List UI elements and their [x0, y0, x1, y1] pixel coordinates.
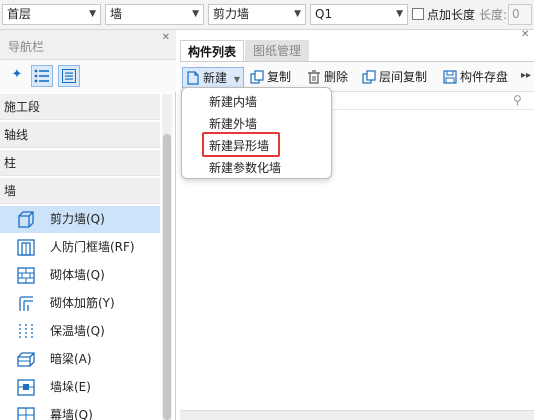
nav-panel: 导航栏 ✕ ✦ 施工段 轴线 柱 墙 剪力墙(Q) 人防门框墙(RF) 砌体墙(… — [0, 30, 176, 420]
civil-defense-door-wall-icon — [17, 239, 35, 256]
masonry-wall-icon — [17, 267, 35, 284]
tab-drawing-manage[interactable]: 图纸管理 — [245, 40, 309, 62]
delete-button[interactable]: 删除 — [307, 67, 348, 88]
nav-scrollbar[interactable] — [162, 94, 172, 420]
nav-item-label: 墙垛(E) — [50, 380, 91, 394]
category-select[interactable]: 墙 ▼ — [105, 4, 204, 25]
save-component-button[interactable]: 构件存盘 — [443, 67, 508, 88]
nav-category-construction[interactable]: 施工段 — [0, 94, 160, 120]
type-select-value: 剪力墙 — [213, 7, 250, 21]
trash-icon — [308, 70, 320, 84]
nav-item-label: 幕墙(Q) — [50, 408, 93, 420]
chevron-down-icon: ▼ — [233, 75, 240, 84]
highlight-box — [202, 132, 280, 157]
insulation-wall-icon — [19, 324, 33, 339]
nav-category-column[interactable]: 柱 — [0, 150, 160, 176]
nav-item-label: 保温墙(Q) — [50, 324, 105, 338]
component-select-value: Q1 — [315, 7, 333, 21]
nav-item-hidden-beam[interactable]: 暗梁(A) — [0, 346, 160, 373]
nav-header: 导航栏 ✕ — [0, 30, 176, 60]
nav-title: 导航栏 — [8, 40, 45, 54]
shear-wall-icon — [18, 211, 34, 228]
copy-button[interactable]: 复制 — [250, 67, 291, 88]
pin-icon[interactable]: ✦ — [6, 65, 28, 87]
save-icon — [443, 70, 457, 84]
delete-button-label: 删除 — [324, 70, 349, 84]
layer-copy-icon — [362, 70, 376, 84]
chevron-down-icon: ▼ — [396, 9, 403, 19]
chevron-down-icon: ▼ — [89, 9, 96, 19]
component-select[interactable]: Q1 ▼ — [310, 4, 408, 25]
chevron-down-icon: ▼ — [192, 9, 199, 19]
search-icon[interactable]: ⚲ — [513, 93, 522, 107]
nav-item-label: 人防门框墙(RF) — [50, 240, 135, 254]
nav-toolbar: ✦ — [0, 60, 176, 92]
save-component-button-label: 构件存盘 — [460, 70, 509, 84]
close-icon[interactable]: ✕ — [162, 32, 170, 43]
floor-select-value: 首层 — [7, 7, 32, 21]
hidden-beam-icon — [17, 352, 35, 367]
nav-item-label: 剪力墙(Q) — [50, 212, 105, 226]
more-arrow-icon[interactable]: ▸▸ — [521, 70, 531, 81]
menu-item-new-param-wall[interactable]: 新建参数化墙 — [209, 157, 281, 179]
curtain-wall-icon — [17, 407, 35, 420]
copy-button-label: 复制 — [267, 70, 292, 84]
length-input[interactable]: 0 — [508, 4, 532, 25]
length-label: 长度: — [479, 8, 508, 22]
nav-item-shear-wall[interactable]: 剪力墙(Q) — [0, 206, 160, 233]
nav-item-wall-pier[interactable]: 墙垛(E) — [0, 374, 160, 401]
wall-pier-icon — [17, 379, 35, 396]
nav-category-wall[interactable]: 墙 — [0, 178, 160, 204]
new-dropdown-menu: 新建内墙 新建外墙 新建异形墙 新建参数化墙 — [181, 87, 332, 179]
horizontal-scrollbar[interactable] — [180, 410, 534, 420]
new-button[interactable]: 新建 ▼ — [182, 67, 244, 88]
close-icon[interactable]: ✕ — [521, 29, 529, 40]
nav-category-axis[interactable]: 轴线 — [0, 122, 160, 148]
nav-item-label: 砌体墙(Q) — [50, 268, 105, 282]
nav-item-curtain-wall[interactable]: 幕墙(Q) — [0, 402, 160, 420]
top-toolbar: 首层 ▼ 墙 ▼ 剪力墙 ▼ Q1 ▼ 点加长度 长度: 0 — [0, 0, 534, 30]
nav-item-civil-defense-door-wall[interactable]: 人防门框墙(RF) — [0, 234, 160, 261]
category-select-value: 墙 — [110, 7, 123, 21]
add-length-checkbox[interactable] — [412, 8, 424, 20]
type-select[interactable]: 剪力墙 ▼ — [208, 4, 306, 25]
new-button-label: 新建 — [203, 71, 228, 85]
masonry-rebar-icon — [19, 296, 33, 311]
nav-item-insulation-wall[interactable]: 保温墙(Q) — [0, 318, 160, 345]
nav-item-masonry-rebar[interactable]: 砌体加筋(Y) — [0, 290, 160, 317]
copy-icon — [250, 70, 264, 84]
floor-copy-button[interactable]: 层间复制 — [362, 67, 427, 88]
tab-component-list[interactable]: 构件列表 — [180, 40, 244, 62]
list-view-icon[interactable] — [31, 65, 53, 87]
nav-item-label: 砌体加筋(Y) — [50, 296, 115, 310]
menu-item-new-inner-wall[interactable]: 新建内墙 — [209, 91, 257, 113]
nav-scrollbar-thumb[interactable] — [163, 134, 171, 420]
add-length-label: 点加长度 — [427, 8, 476, 22]
floor-copy-button-label: 层间复制 — [379, 70, 428, 84]
chevron-down-icon: ▼ — [294, 9, 301, 19]
floor-select[interactable]: 首层 ▼ — [2, 4, 101, 25]
nav-item-label: 暗梁(A) — [50, 352, 92, 366]
new-file-icon — [187, 71, 199, 85]
tree-view-icon[interactable] — [58, 65, 80, 87]
nav-item-masonry-wall[interactable]: 砌体墙(Q) — [0, 262, 160, 289]
